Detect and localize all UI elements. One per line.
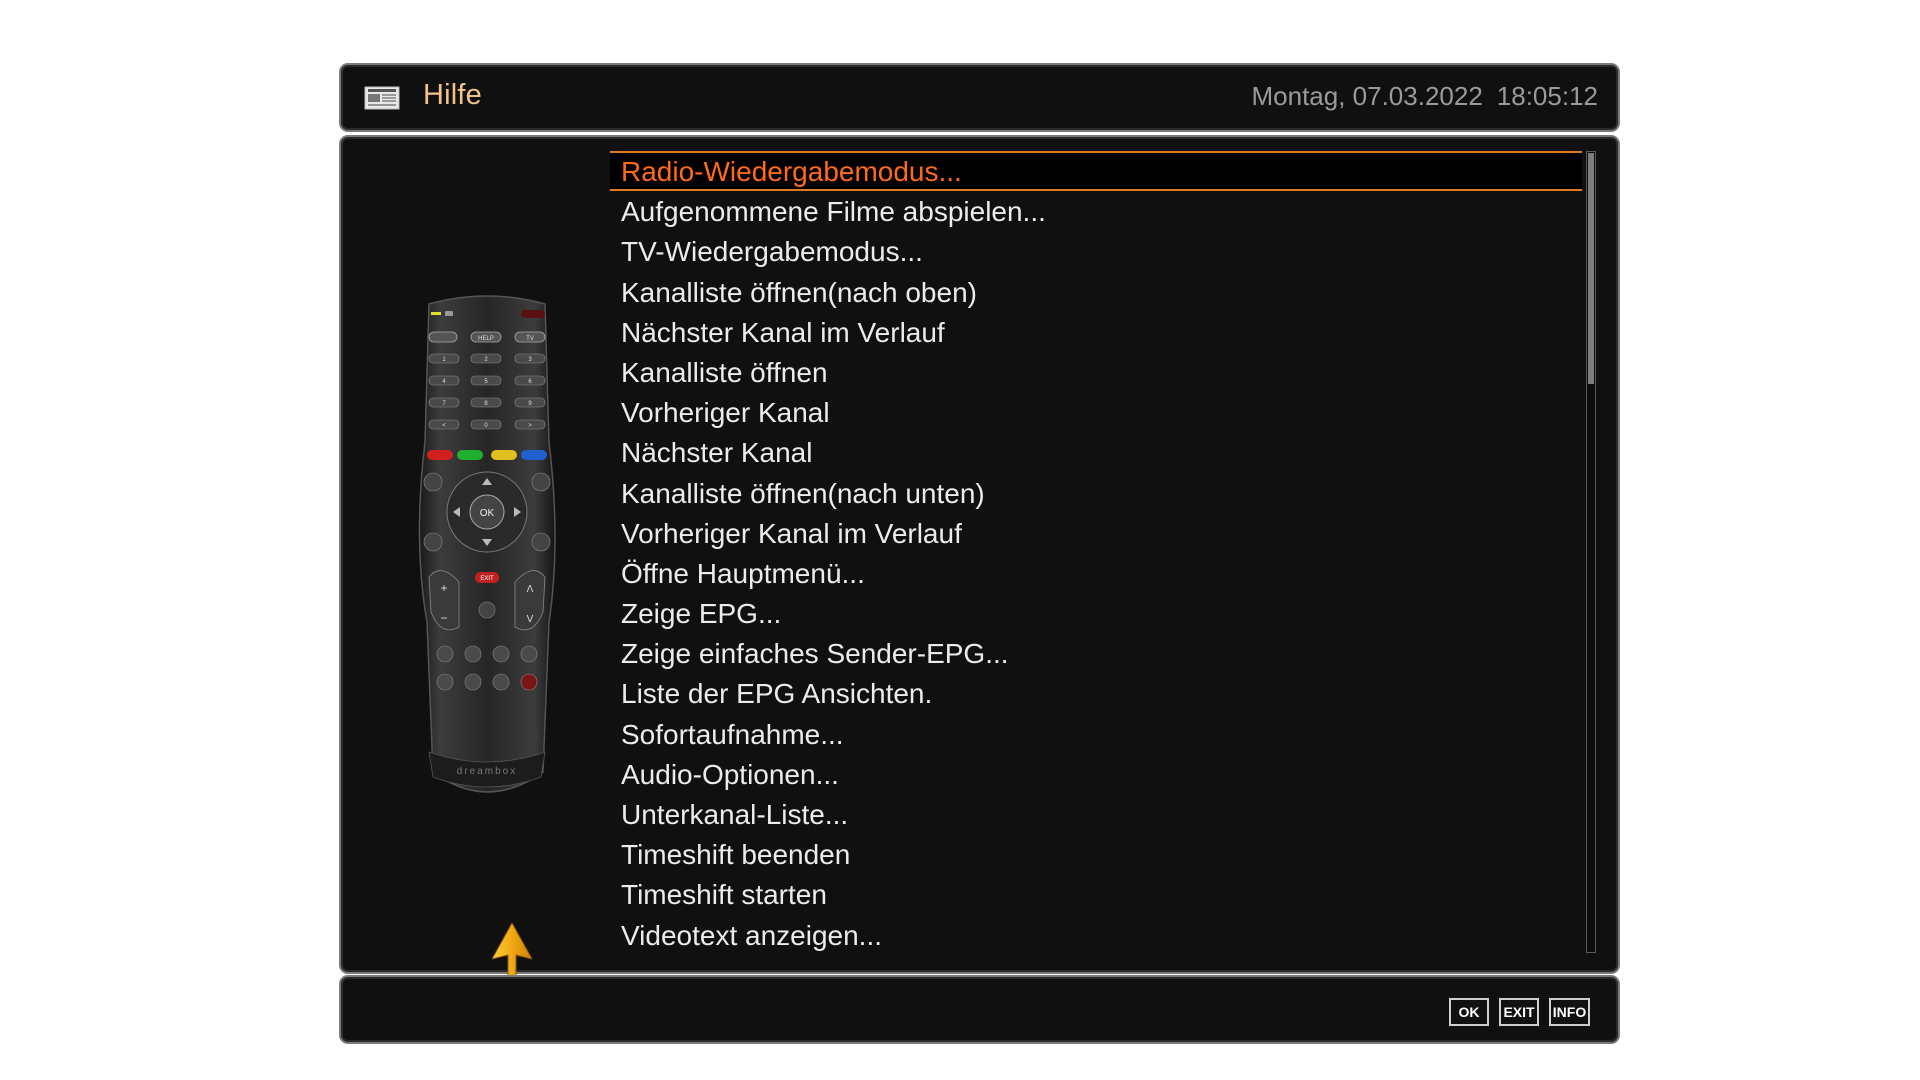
svg-text:HELP: HELP (478, 336, 494, 342)
menu-item[interactable]: Nächster Kanal (610, 432, 1582, 472)
svg-text:>: > (528, 423, 532, 429)
help-action-list: Radio-Wiedergabemodus... Aufgenommene Fil… (610, 151, 1582, 955)
menu-item[interactable]: Vorheriger Kanal (610, 392, 1582, 432)
clock: Montag, 07.03.2022 18:05:12 (1251, 81, 1598, 112)
menu-item[interactable]: Sofortaufnahme... (610, 714, 1582, 754)
menu-item[interactable]: TV-Wiedergabemodus... (610, 231, 1582, 271)
menu-item[interactable]: Liste der EPG Ansichten. (610, 673, 1582, 713)
scrollbar-thumb[interactable] (1588, 153, 1594, 384)
menu-item[interactable]: Radio-Wiedergabemodus... (610, 151, 1582, 192)
menu-item[interactable]: Aufgenommene Filme abspielen... (610, 191, 1582, 231)
footer-bar: OK EXIT INFO (339, 975, 1620, 1044)
exit-key-button[interactable]: EXIT (1499, 998, 1539, 1026)
svg-text:OK: OK (480, 508, 495, 519)
svg-text:+: + (440, 581, 447, 595)
scrollbar[interactable] (1586, 151, 1596, 953)
menu-item[interactable]: Audio-Optionen... (610, 754, 1582, 794)
help-newspaper-icon (364, 86, 400, 110)
info-key-button[interactable]: INFO (1549, 998, 1590, 1026)
remote-control-image: HELP TV 123 456 789 <0 > OK EXIT + − Λ V… (418, 295, 556, 793)
svg-text:<: < (442, 423, 446, 429)
help-main-panel: HELP TV 123 456 789 <0 > OK EXIT + − Λ V… (339, 135, 1620, 991)
menu-item[interactable]: Zeige EPG... (610, 593, 1582, 633)
menu-item[interactable]: Vorheriger Kanal im Verlauf (610, 513, 1582, 553)
header-bar: Hilfe Montag, 07.03.2022 18:05:12 (339, 63, 1620, 132)
menu-item[interactable]: Nächster Kanal im Verlauf (610, 312, 1582, 352)
menu-item[interactable]: Timeshift beenden (610, 834, 1582, 874)
date-text: Montag, 07.03.2022 (1251, 81, 1483, 111)
menu-item[interactable]: Zeige einfaches Sender-EPG... (610, 633, 1582, 673)
svg-text:V: V (527, 614, 534, 625)
menu-item[interactable]: Timeshift starten (610, 874, 1582, 914)
page-title: Hilfe (423, 79, 483, 111)
menu-item[interactable]: Öffne Hauptmenü... (610, 553, 1582, 593)
svg-text:Λ: Λ (527, 584, 534, 595)
time-text: 18:05:12 (1496, 81, 1598, 111)
ok-key-button[interactable]: OK (1449, 998, 1489, 1026)
menu-item[interactable]: Unterkanal-Liste... (610, 794, 1582, 834)
svg-text:dreambox: dreambox (457, 766, 517, 777)
menu-item[interactable]: Videotext anzeigen... (610, 915, 1582, 955)
menu-item[interactable]: Kanalliste öffnen(nach unten) (610, 473, 1582, 513)
menu-item[interactable]: Kanalliste öffnen(nach oben) (610, 272, 1582, 312)
svg-text:TV: TV (526, 336, 534, 342)
svg-text:−: − (440, 611, 447, 625)
menu-item[interactable]: Kanalliste öffnen (610, 352, 1582, 392)
svg-text:EXIT: EXIT (480, 576, 494, 582)
